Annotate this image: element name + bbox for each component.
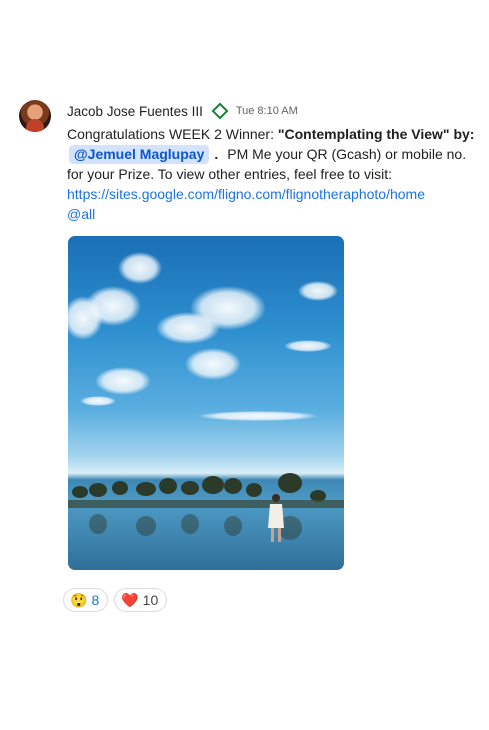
attached-photo[interactable] — [68, 236, 344, 570]
author-name[interactable]: Jacob Jose Fuentes III — [67, 104, 203, 119]
message-line-5: @all — [67, 204, 467, 224]
message-body: Congratulations WEEK 2 Winner: "Contempl… — [67, 124, 474, 224]
message-text-prefix: Congratulations WEEK 2 Winner: — [67, 126, 278, 142]
message-line-3: for your Prize. To view other entries, f… — [67, 166, 392, 182]
mention-period: . — [214, 146, 219, 162]
shoreline — [68, 500, 344, 508]
message-line-4: https://sites.google.com/fligno.com/flig… — [67, 184, 467, 204]
surprised-face-icon: 😲 — [70, 592, 88, 608]
heart-icon: ❤️ — [121, 592, 139, 608]
message-line-2: @Jemuel Maglupay. PM Me your QR (Gcash) o… — [67, 144, 467, 164]
timestamp: Tue 8:10 AM — [235, 105, 298, 117]
message-header: Jacob Jose Fuentes III Tue 8:10 AM — [67, 102, 298, 120]
reaction-surprised[interactable]: 😲 8 — [63, 588, 109, 612]
message-text-after-mention: PM Me your QR (Gcash) or mobile no. — [227, 146, 467, 162]
diamond-status-icon — [211, 102, 229, 120]
sites-link[interactable]: https://sites.google.com/fligno.com/flig… — [67, 186, 425, 202]
reaction-heart[interactable]: ❤️ 10 — [114, 588, 168, 612]
clouds — [68, 252, 338, 421]
message-line-1: Congratulations WEEK 2 Winner: "Contempl… — [67, 124, 474, 144]
reactions-bar: 😲 8 ❤️ 10 — [63, 588, 168, 612]
reaction-count: 10 — [142, 592, 159, 608]
photo-scene — [68, 252, 344, 542]
entry-title: "Contemplating the View" by: — [277, 126, 475, 142]
avatar[interactable] — [19, 100, 51, 132]
reaction-count: 8 — [91, 592, 100, 608]
trees — [72, 473, 326, 502]
mention-all[interactable]: @all — [67, 206, 95, 222]
mention-chip[interactable]: @Jemuel Maglupay — [69, 145, 210, 164]
